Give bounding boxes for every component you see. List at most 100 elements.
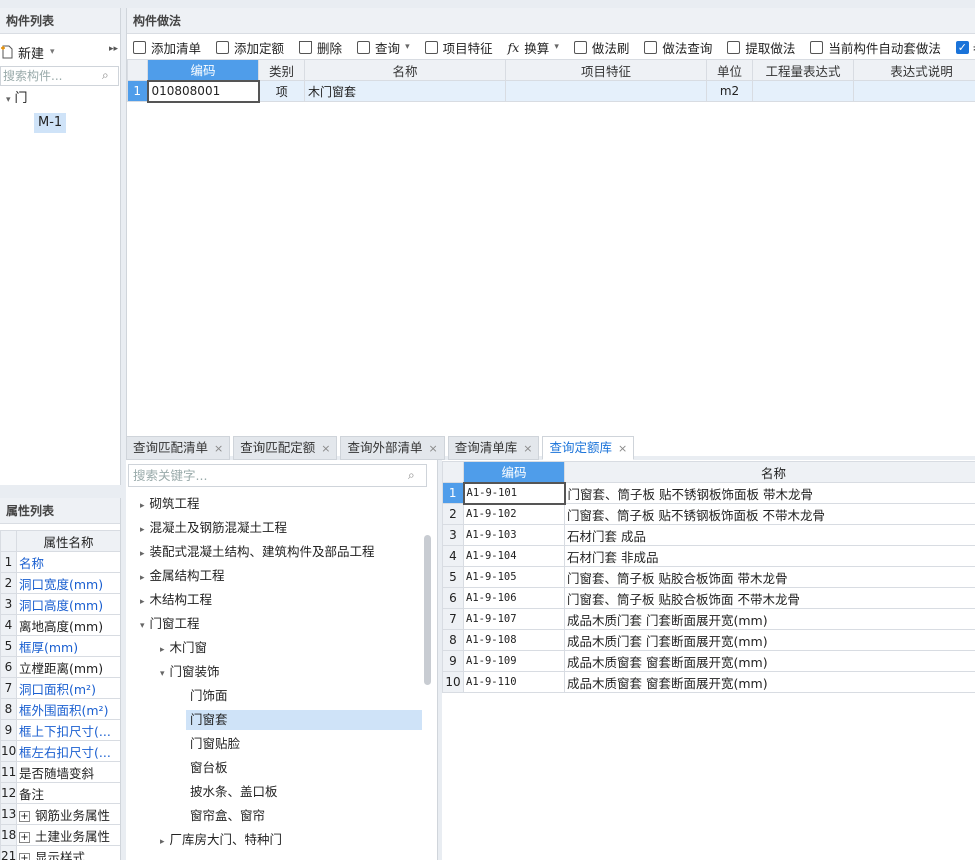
code-cell[interactable]: A1-9-106: [463, 587, 565, 609]
name-cell[interactable]: 木门窗套: [304, 80, 506, 102]
tree-item[interactable]: ▾ 门窗装饰: [160, 662, 220, 684]
expression-desc-cell[interactable]: [853, 80, 975, 102]
scrollbar-thumb[interactable]: [424, 535, 431, 685]
expand-icon[interactable]: +: [19, 831, 30, 843]
table-row[interactable]: 13 + 钢筋业务属性: [0, 803, 120, 825]
name-cell[interactable]: 石材门套 成品: [564, 524, 975, 546]
search-icon[interactable]: ⌕: [102, 68, 109, 83]
chevron-down-icon[interactable]: ▾: [405, 42, 410, 52]
table-row[interactable]: 5 框厚(mm): [0, 635, 120, 657]
convert-button[interactable]: fx 换算 ▾: [502, 38, 559, 57]
table-row[interactable]: 11 是否随墙变斜: [0, 761, 120, 783]
tree-item[interactable]: 窗帘盒、窗帘: [190, 806, 265, 826]
table-row[interactable]: 2 A1-9-102 门窗套、筒子板 贴不锈钢板饰面板 不带木龙骨: [442, 503, 975, 525]
table-row[interactable]: 9 A1-9-109 成品木质窗套 窗套断面展开宽(mm): [442, 650, 975, 672]
table-row[interactable]: 9 框上下扣尺寸(...: [0, 719, 120, 741]
table-row[interactable]: 10 A1-9-110 成品木质窗套 窗套断面展开宽(mm): [442, 671, 975, 693]
chevron-down-icon[interactable]: ▾: [50, 47, 55, 57]
expand-icon[interactable]: +: [19, 810, 30, 822]
name-cell[interactable]: 成品木质门套 门套断面展开宽(mm): [564, 608, 975, 630]
row-number[interactable]: 9: [442, 650, 464, 672]
name-cell[interactable]: 成品木质门套 门套断面展开宽(mm): [564, 629, 975, 651]
tree-item[interactable]: ▾ 门窗工程: [140, 614, 200, 636]
property-name[interactable]: 框左右扣尺寸(...: [16, 740, 120, 762]
tree-item[interactable]: 门窗贴脸: [190, 734, 240, 754]
tree-item[interactable]: ▸ 金属结构工程: [140, 566, 225, 588]
code-cell[interactable]: A1-9-108: [463, 629, 565, 651]
extract-method-button[interactable]: 提取做法: [721, 38, 795, 57]
table-row[interactable]: 12 备注: [0, 782, 120, 804]
code-cell[interactable]: A1-9-105: [463, 566, 565, 588]
property-name[interactable]: 洞口宽度(mm): [16, 572, 120, 594]
method-brush-button[interactable]: 做法刷: [568, 38, 629, 57]
add-quota-button[interactable]: 添加定额: [210, 38, 284, 57]
column-header-code[interactable]: 编码: [147, 59, 259, 81]
property-name[interactable]: 洞口面积(m²): [16, 677, 120, 699]
table-row[interactable]: 10 框左右扣尺寸(...: [0, 740, 120, 762]
query-button[interactable]: 查询 ▾: [351, 38, 410, 57]
search-icon[interactable]: ⌕: [408, 468, 415, 483]
auto-apply-method-button[interactable]: 当前构件自动套做法: [804, 38, 941, 57]
property-name[interactable]: 立樘距离(mm): [16, 656, 120, 678]
table-row[interactable]: 3 洞口高度(mm): [0, 593, 120, 615]
tree-item-m1[interactable]: M-1: [34, 113, 67, 133]
row-number[interactable]: 1: [127, 80, 148, 102]
caret-down-icon[interactable]: ▾: [6, 95, 11, 105]
name-cell[interactable]: 石材门套 非成品: [564, 545, 975, 567]
tree-item[interactable]: ▸ 厂库房大门、特种门: [160, 830, 282, 852]
property-name[interactable]: 名称: [16, 551, 120, 573]
caret-right-icon[interactable]: ▸: [140, 501, 145, 511]
name-cell[interactable]: 门窗套、筒子板 贴不锈钢板饰面板 不带木龙骨: [564, 503, 975, 525]
participate-checkbox[interactable]: ✓参与: [950, 38, 975, 57]
code-cell[interactable]: A1-9-103: [463, 524, 565, 546]
tree-item[interactable]: 披水条、盖口板: [190, 782, 278, 802]
close-icon[interactable]: ×: [523, 442, 532, 455]
row-number[interactable]: 1: [442, 482, 464, 504]
tree-item[interactable]: ▸ 砌筑工程: [140, 494, 200, 516]
feature-cell[interactable]: [505, 80, 707, 102]
table-row[interactable]: 1 A1-9-101 门窗套、筒子板 贴不锈钢板饰面板 带木龙骨: [442, 481, 975, 505]
table-row[interactable]: 7 洞口面积(m²): [0, 677, 120, 699]
column-header-name[interactable]: 名称: [304, 59, 506, 81]
tree-item[interactable]: ▸ 木门窗: [160, 638, 207, 660]
close-icon[interactable]: ×: [428, 442, 437, 455]
row-number[interactable]: 6: [442, 587, 464, 609]
caret-down-icon[interactable]: ▾: [160, 669, 165, 679]
code-cell[interactable]: A1-9-104: [463, 545, 565, 567]
type-cell[interactable]: 项: [258, 80, 305, 102]
caret-right-icon[interactable]: ▸: [140, 573, 145, 583]
property-name[interactable]: 离地高度(mm): [16, 614, 120, 636]
code-cell[interactable]: A1-9-101: [462, 481, 566, 505]
code-cell[interactable]: A1-9-110: [463, 671, 565, 693]
table-row[interactable]: 4 A1-9-104 石材门套 非成品: [442, 545, 975, 567]
row-number[interactable]: 8: [442, 629, 464, 651]
caret-right-icon[interactable]: ▸: [140, 549, 145, 559]
table-row[interactable]: 18 + 土建业务属性: [0, 824, 120, 846]
caret-right-icon[interactable]: ▸: [160, 837, 165, 847]
property-name[interactable]: 洞口高度(mm): [16, 593, 120, 615]
property-name[interactable]: 是否随墙变斜: [16, 761, 120, 783]
column-header-code[interactable]: 编码: [463, 461, 565, 483]
name-cell[interactable]: 门窗套、筒子板 贴胶合板饰面 带木龙骨: [564, 566, 975, 588]
property-group-name[interactable]: 土建业务属性: [35, 829, 110, 844]
expand-icon[interactable]: +: [19, 852, 30, 860]
caret-right-icon[interactable]: ▸: [160, 645, 165, 655]
property-name[interactable]: 备注: [16, 782, 120, 804]
method-query-button[interactable]: 做法查询: [638, 38, 712, 57]
tab-list-library[interactable]: 查询清单库 ×: [447, 436, 540, 460]
table-row[interactable]: 4 离地高度(mm): [0, 614, 120, 636]
delete-button[interactable]: 删除: [293, 38, 342, 57]
name-cell[interactable]: 门窗套、筒子板 贴胶合板饰面 不带木龙骨: [564, 587, 975, 609]
table-row[interactable]: 7 A1-9-107 成品木质门套 门套断面展开宽(mm): [442, 608, 975, 630]
name-cell[interactable]: 成品木质窗套 窗套断面展开宽(mm): [564, 671, 975, 693]
new-component-button[interactable]: 新建 ▾: [0, 39, 55, 65]
close-icon[interactable]: ×: [214, 442, 223, 455]
name-cell[interactable]: 门窗套、筒子板 贴不锈钢板饰面板 带木龙骨: [564, 482, 975, 504]
tree-item[interactable]: 窗台板: [190, 758, 228, 778]
table-row[interactable]: 21 + 显示样式: [0, 845, 120, 860]
item-feature-button[interactable]: 项目特征: [419, 38, 493, 57]
table-row[interactable]: 6 立樘距离(mm): [0, 656, 120, 678]
table-row[interactable]: 8 A1-9-108 成品木质门套 门套断面展开宽(mm): [442, 629, 975, 651]
tree-item-selected[interactable]: 门窗套: [186, 710, 422, 730]
tree-item[interactable]: ▸ 混凝土及钢筋混凝土工程: [140, 518, 287, 540]
